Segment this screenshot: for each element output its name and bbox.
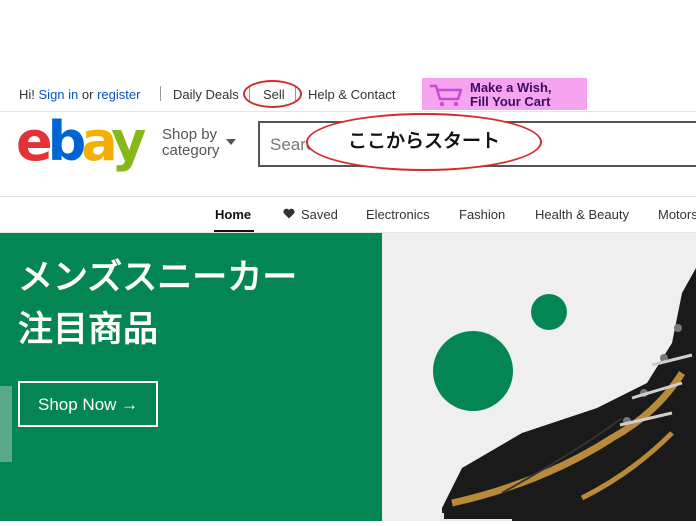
nav-electronics[interactable]: Electronics (366, 207, 430, 222)
sell-highlight-circle (243, 80, 302, 108)
logo-letter-a: a (81, 110, 116, 173)
nav-health-beauty[interactable]: Health & Beauty (535, 207, 629, 222)
shop-by-category-button[interactable]: Shop by category (162, 127, 220, 159)
category-label: category (162, 142, 220, 159)
promo-banner[interactable]: Make a Wish, Fill Your Cart (422, 78, 587, 110)
logo-letter-y: y (111, 110, 146, 173)
chevron-down-icon (226, 139, 236, 145)
hero-title-line-1: メンズスニーカー (18, 258, 298, 298)
nav-top-divider (0, 196, 696, 197)
greeting-text: Hi! Sign in or register (19, 87, 140, 102)
hero-image-panel (382, 233, 696, 523)
greeting-label: Hi! (19, 87, 35, 102)
hero-title: メンズスニーカー 注目商品 (18, 252, 297, 356)
shop-now-label: Shop Now → (38, 395, 139, 414)
hero-title-line-2: 注目商品 (18, 310, 159, 350)
shop-now-button[interactable]: Shop Now → (18, 381, 158, 427)
logo-letter-e: e (16, 110, 53, 173)
promo-line-2: Fill Your Cart (470, 94, 551, 109)
nav-saved[interactable]: Saved (301, 207, 338, 222)
or-text: or (81, 87, 94, 102)
register-link[interactable]: register (97, 87, 140, 102)
sneaker-image (433, 268, 696, 523)
annotation-text: ここからスタート (347, 130, 500, 152)
ebay-logo[interactable]: ebay (16, 110, 146, 173)
top-utility-bar: Hi! Sign in or register Daily Deals Sell… (0, 78, 696, 112)
daily-deals-link[interactable]: Daily Deals (173, 87, 239, 102)
shop-by-label: Shop by (162, 126, 218, 143)
promo-line-1: Make a Wish, (470, 80, 552, 95)
nav-fashion[interactable]: Fashion (459, 207, 505, 222)
heart-icon (283, 208, 295, 219)
help-contact-link[interactable]: Help & Contact (308, 87, 395, 102)
nav-motors[interactable]: Motors (658, 207, 696, 222)
cart-icon (430, 84, 463, 107)
divider (160, 86, 161, 101)
carousel-prev-handle[interactable] (0, 386, 12, 462)
sign-in-link[interactable]: Sign in (39, 87, 79, 102)
nav-home[interactable]: Home (215, 207, 251, 222)
logo-letter-b: b (47, 110, 87, 173)
